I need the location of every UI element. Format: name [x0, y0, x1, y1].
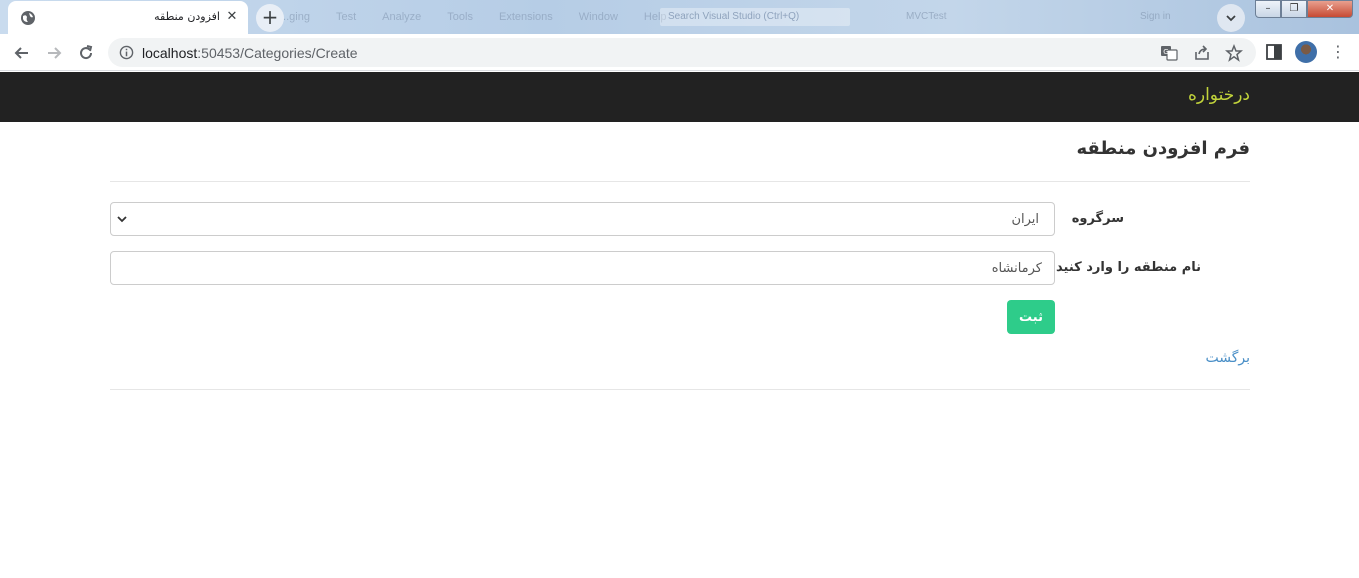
- tab-search-button[interactable]: [1217, 4, 1245, 32]
- background-menu-item: Analyze: [382, 11, 422, 23]
- share-icon[interactable]: [1193, 44, 1211, 62]
- chevron-down-icon: [117, 216, 127, 223]
- background-menu-item: Test: [335, 11, 357, 23]
- background-menu-item: Extensions: [498, 11, 553, 23]
- background-project-name: MVCTest: [906, 11, 947, 22]
- divider: [110, 389, 1250, 390]
- background-menu-item: Window: [578, 11, 618, 23]
- background-sign-in: Sign in: [1140, 11, 1171, 22]
- page-title: فرم افزودن منطقه: [1076, 138, 1250, 159]
- site-brand-link[interactable]: درختواره: [1188, 85, 1250, 105]
- region-name-input[interactable]: [110, 251, 1055, 285]
- window-close-button[interactable]: ✕: [1307, 0, 1353, 18]
- divider: [110, 181, 1250, 182]
- chevron-down-icon: [1226, 15, 1236, 22]
- background-menu-item: Tools: [447, 11, 473, 23]
- parent-select[interactable]: ایران: [110, 202, 1055, 236]
- back-link[interactable]: برگشت: [1205, 350, 1250, 366]
- parent-label: سرگروه: [1071, 211, 1124, 226]
- background-menu-item: ...ging: [280, 11, 310, 23]
- browser-tab-strip: ...ging Test Analyze Tools Extensions Wi…: [0, 0, 1359, 34]
- submit-button[interactable]: ثبت: [1007, 300, 1055, 334]
- profile-avatar[interactable]: [1295, 41, 1317, 63]
- url-path: :50453/Categories/Create: [197, 45, 358, 61]
- kebab-menu-icon[interactable]: ⋮: [1330, 41, 1346, 63]
- url-text[interactable]: localhost:50453/Categories/Create: [142, 45, 358, 61]
- forward-arrow-icon[interactable]: [41, 40, 67, 66]
- info-icon[interactable]: [119, 45, 134, 60]
- back-arrow-icon[interactable]: [9, 40, 35, 66]
- window-restore-button[interactable]: ❐: [1281, 0, 1307, 18]
- page-content: فرم افزودن منطقه سرگروه ایران نام منطقه …: [0, 122, 1359, 578]
- star-icon[interactable]: [1225, 44, 1243, 62]
- window-minimize-button[interactable]: –: [1255, 0, 1281, 18]
- globe-icon: [21, 11, 35, 25]
- region-name-label: نام منطقه را وارد کنید: [1056, 260, 1201, 275]
- background-window-menu: ...ging Test Analyze Tools Extensions Wi…: [280, 11, 667, 23]
- background-search-box: Search Visual Studio (Ctrl+Q): [660, 8, 850, 26]
- close-icon[interactable]: ✕: [224, 9, 240, 25]
- reload-icon[interactable]: [73, 40, 99, 66]
- url-host: localhost: [142, 45, 198, 61]
- tab-title: افزودن منطقه: [154, 10, 220, 23]
- browser-toolbar: localhost:50453/Categories/Create G ⋮: [0, 34, 1359, 71]
- svg-text:G: G: [1163, 48, 1168, 56]
- translate-icon[interactable]: G: [1160, 44, 1178, 62]
- parent-select-value: ایران: [1011, 212, 1039, 227]
- address-bar[interactable]: localhost:50453/Categories/Create G: [108, 38, 1256, 67]
- side-panel-icon[interactable]: [1264, 42, 1284, 62]
- plus-icon[interactable]: +: [256, 4, 284, 32]
- site-navbar: درختواره: [0, 72, 1359, 122]
- active-tab[interactable]: افزودن منطقه ✕: [8, 1, 248, 34]
